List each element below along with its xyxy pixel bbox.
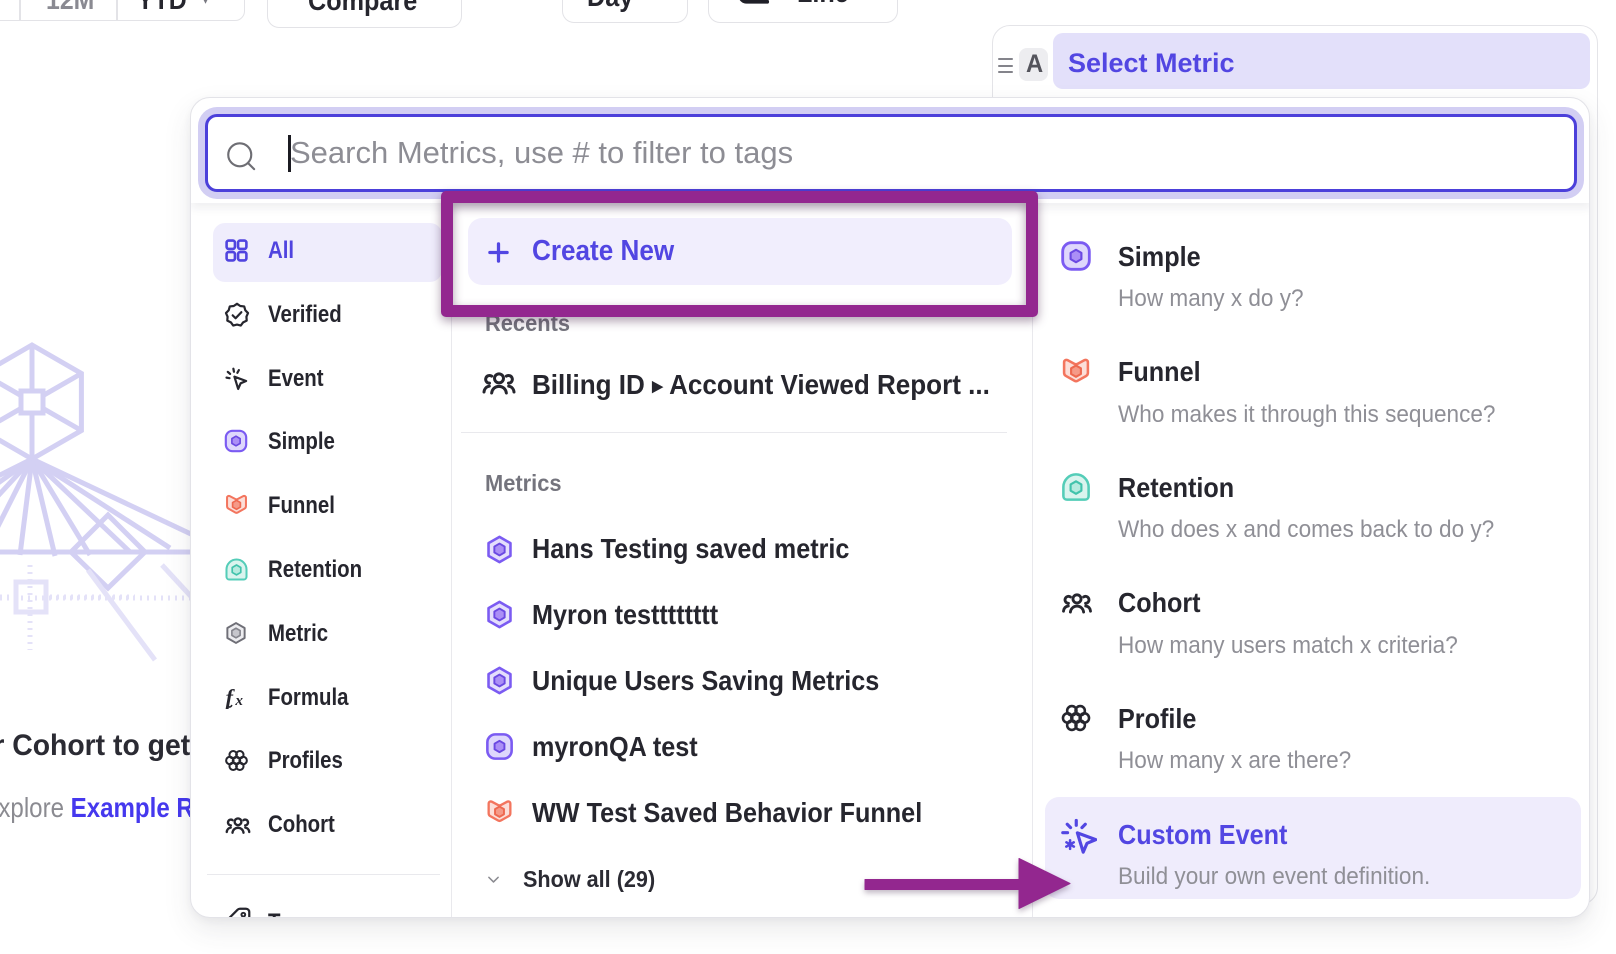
svg-text:x: x [234, 692, 243, 709]
svg-text:f: f [226, 684, 236, 709]
